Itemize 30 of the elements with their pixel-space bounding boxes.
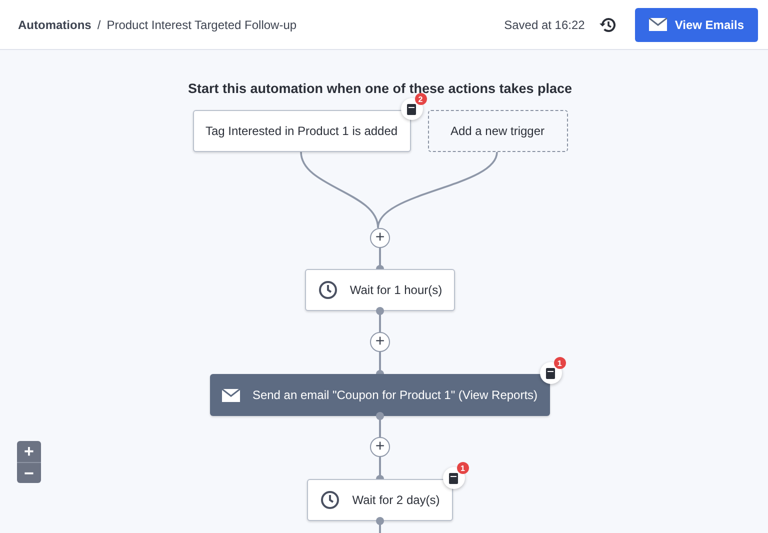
email-step-node[interactable]: Send an email "Coupon for Product 1" (View Reports) bbox=[210, 374, 550, 416]
envelope-icon bbox=[222, 388, 240, 402]
saved-status: Saved at 16:22 bbox=[504, 18, 585, 32]
trigger-node[interactable]: Tag Interested in Product 1 is added bbox=[192, 110, 410, 152]
breadcrumb-separator: / bbox=[97, 18, 101, 32]
add-step-button[interactable]: + bbox=[370, 228, 390, 248]
add-step-button[interactable]: + bbox=[370, 332, 390, 352]
add-trigger-button[interactable]: Add a new trigger bbox=[428, 110, 568, 152]
step-label: Wait for 1 hour(s) bbox=[350, 283, 442, 297]
clock-icon bbox=[320, 490, 340, 510]
history-icon[interactable] bbox=[598, 16, 617, 34]
badge-count: 1 bbox=[456, 462, 469, 474]
note-icon bbox=[546, 368, 556, 378]
view-emails-button[interactable]: View Emails bbox=[634, 8, 758, 42]
note-icon bbox=[449, 472, 458, 484]
badge-count: 1 bbox=[554, 357, 566, 369]
step-label: Send an email "Coupon for Product 1" (View Reports) bbox=[252, 388, 538, 402]
wait-step-node[interactable]: Wait for 1 hour(s) bbox=[304, 269, 456, 311]
page-title: Product Interest Targeted Follow-up bbox=[106, 18, 297, 32]
badge-count: 2 bbox=[414, 93, 426, 105]
section-title: Start this automation when one of these actions takes place bbox=[188, 81, 572, 96]
note-icon bbox=[407, 104, 416, 114]
zoom-in-button[interactable]: + bbox=[17, 441, 41, 462]
add-step-button[interactable]: + bbox=[370, 437, 390, 457]
breadcrumb-link[interactable]: Automations bbox=[18, 18, 92, 32]
zoom-out-button[interactable]: − bbox=[17, 462, 41, 483]
clock-icon bbox=[318, 280, 338, 300]
wait-step-node[interactable]: Wait for 2 day(s) bbox=[307, 479, 453, 521]
step-label: Wait for 2 day(s) bbox=[352, 493, 440, 507]
envelope-icon bbox=[648, 18, 667, 31]
